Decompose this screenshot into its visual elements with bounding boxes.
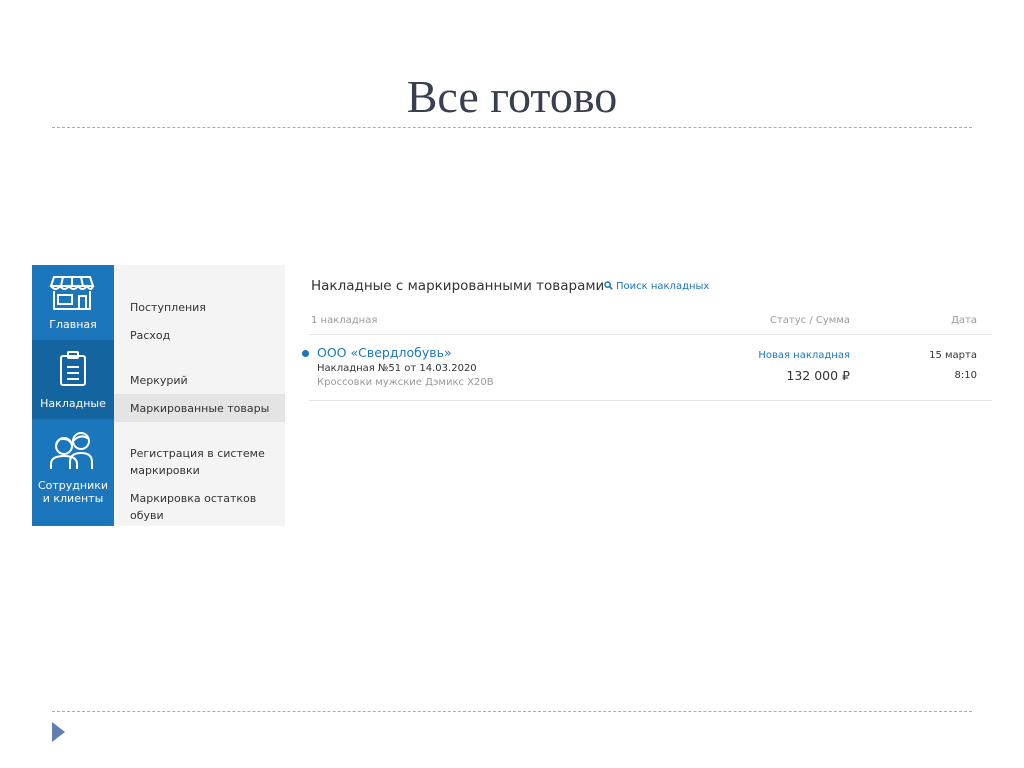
search-link-label: Поиск накладных	[616, 281, 710, 292]
sidebar-item-label-line2: и клиенты	[42, 492, 104, 505]
subnav-item-expense[interactable]: Расход	[114, 327, 285, 344]
icon-sidebar: Главная Накладные Сотрудники и клиенты	[32, 265, 114, 526]
next-slide-arrow-icon[interactable]	[52, 722, 65, 742]
subnav-item-incoming[interactable]: Поступления	[114, 299, 285, 316]
invoice-number: Накладная №51 от 14.03.2020	[317, 363, 477, 374]
subnav-item-marked-goods[interactable]: Маркированные товары	[114, 394, 285, 422]
sidebar-item-invoices[interactable]: Накладные	[32, 340, 114, 419]
sidebar-item-label: Накладные	[40, 397, 106, 410]
sidebar-item-main[interactable]: Главная	[32, 265, 114, 340]
subnav-item-label-line1: Маркировка остатков	[130, 492, 257, 505]
invoice-count: 1 накладная	[311, 315, 378, 326]
row-divider	[309, 400, 992, 401]
subnav-item-registration[interactable]: Регистрация в системе маркировки	[114, 445, 285, 479]
subnav-item-mercury[interactable]: Меркурий	[114, 372, 285, 389]
invoice-sum: 132 000 ₽	[786, 368, 850, 383]
storefront-icon	[49, 276, 95, 310]
slide-title: Все готово	[406, 71, 618, 122]
sidebar-item-label-line1: Сотрудники	[37, 479, 109, 492]
status-badge: Новая накладная	[758, 350, 850, 361]
clipboard-icon	[60, 351, 86, 386]
sidebar-item-label: Главная	[49, 318, 97, 331]
people-icon	[50, 432, 93, 469]
sidebar-item-staff-clients[interactable]: Сотрудники и клиенты	[32, 419, 114, 526]
invoice-time: 8:10	[954, 370, 977, 381]
top-divider	[52, 127, 972, 128]
subnav-item-label-line2: маркировки	[130, 464, 200, 477]
subnav-item-label-line2: обуви	[130, 509, 164, 522]
bottom-divider	[52, 711, 972, 712]
company-link[interactable]: ООО «Свердлобувь»	[317, 345, 452, 360]
column-header-date: Дата	[951, 315, 977, 326]
subnav-panel: Поступления Расход Меркурий Маркированны…	[114, 265, 285, 526]
search-invoices-link[interactable]: Поиск накладных	[604, 281, 709, 292]
search-icon	[604, 281, 613, 290]
column-header-status-sum: Статус / Сумма	[769, 315, 850, 326]
invoice-goods: Кроссовки мужские Дэмикс X20B	[317, 377, 494, 388]
subnav-item-label-line1: Регистрация в системе	[130, 447, 265, 460]
header-divider	[309, 334, 992, 335]
subnav-item-shoe-marking[interactable]: Маркировка остатков обуви	[114, 490, 285, 524]
page-title: Накладные с маркированными товарами	[311, 278, 605, 294]
unread-dot	[302, 350, 309, 357]
invoice-date: 15 марта	[929, 350, 977, 361]
